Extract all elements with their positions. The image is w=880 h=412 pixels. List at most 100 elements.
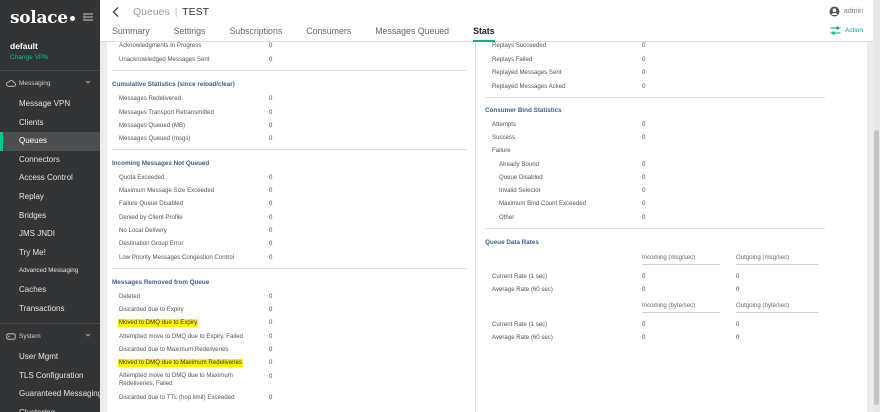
solace-logo[interactable]: solace <box>10 8 68 28</box>
chevron-down-icon <box>85 80 91 84</box>
system-group-header[interactable]: System <box>0 324 100 348</box>
stat-label: Deleted <box>119 293 141 300</box>
sidebar-item-clients[interactable]: Clients <box>0 114 100 133</box>
column-header: Incoming (byte/sec) <box>642 302 696 309</box>
vpn-name: default <box>10 41 38 51</box>
messaging-group-header[interactable]: Messaging <box>0 71 100 95</box>
stat-label: Invalid Selector <box>499 187 541 194</box>
stat-value: 0 <box>642 83 646 90</box>
tab-settings[interactable]: Settings <box>174 24 206 42</box>
cloud-icon <box>6 79 16 87</box>
stat-value: 0 <box>269 174 273 181</box>
sidebar-item-access-control[interactable]: Access Control <box>0 169 100 188</box>
stat-label: Replays Succeeded <box>492 42 547 49</box>
sliders-icon <box>830 26 841 35</box>
stat-label: Attempts <box>492 121 517 128</box>
column-divider <box>475 42 476 412</box>
column-header: Outgoing (msg/sec) <box>736 254 790 261</box>
stat-value: 0 <box>269 359 273 366</box>
sidebar-item-bridges[interactable]: Bridges <box>0 207 100 226</box>
user-menu[interactable]: admin <box>829 6 863 17</box>
stat-label: Messages Queued (MB) <box>119 122 186 129</box>
sidebar-item-caches[interactable]: Caches <box>0 281 100 300</box>
stat-value: 0 <box>642 200 646 207</box>
tab-consumers[interactable]: Consumers <box>306 24 351 42</box>
stat-label: Messages Queued (msgs) <box>119 135 191 142</box>
stat-value: 0 <box>269 333 273 340</box>
content-area: Acknowledgments In Progress 0 Unacknowle… <box>100 42 873 412</box>
tab-stats[interactable]: Stats <box>473 24 495 42</box>
tab-messages-queued[interactable]: Messages Queued <box>375 24 449 42</box>
stat-label: Discarded due to Expiry <box>119 306 184 313</box>
page-title: Queues | TEST <box>133 6 209 18</box>
stat-value: 0 <box>269 214 273 221</box>
column-header: Incoming (msg/sec) <box>642 254 696 261</box>
page-header: Queues | TEST admin Summary Settings Sub… <box>100 0 873 42</box>
sidebar-item-message-vpn[interactable]: Message VPN <box>0 95 100 114</box>
sidebar-item-clustering[interactable]: Clustering <box>0 404 100 412</box>
section-title-data-rates: Queue Data Rates <box>485 239 539 246</box>
stat-value: 0 <box>269 346 273 353</box>
stat-value: 0 <box>642 187 646 194</box>
stat-value: 0 <box>269 240 273 247</box>
brand: solace <box>0 0 100 36</box>
stat-value: 0 <box>642 161 646 168</box>
change-vpn-link[interactable]: Change VPN <box>10 54 90 61</box>
stat-label: Average Rate (60 sec) <box>492 286 553 293</box>
stat-label: Discarded due to Maximum Redeliveries <box>119 346 229 353</box>
stat-value: 0 <box>269 306 273 313</box>
user-avatar-icon <box>829 6 840 17</box>
breadcrumb-queues[interactable]: Queues <box>133 6 170 18</box>
stat-label: Maximum Message Size Exceeded <box>119 187 215 194</box>
stat-label: Attempted move to DMQ due to Maximum Red… <box>119 372 233 387</box>
stat-value: 0 <box>642 321 646 328</box>
stat-label: Replayed Messages Acked <box>492 83 566 90</box>
sidebar-item-replay[interactable]: Replay <box>0 188 100 207</box>
column-underline <box>642 264 720 265</box>
sidebar-item-user-mgmt[interactable]: User Mgmt <box>0 348 100 367</box>
chevron-down-icon <box>85 333 91 337</box>
action-button[interactable]: Action <box>830 26 863 35</box>
stat-label: Messages Redelivered <box>119 95 181 102</box>
back-arrow-icon[interactable] <box>110 6 122 18</box>
sidebar-item-connectors[interactable]: Connectors <box>0 151 100 170</box>
stat-value: 0 <box>269 394 273 401</box>
stat-label-highlighted: Moved to DMQ due to Maximum Redeliveries <box>118 359 243 367</box>
vertical-scrollbar[interactable] <box>873 0 880 412</box>
sidebar-item-jms-jndi[interactable]: JMS JNDI <box>0 225 100 244</box>
stat-label: Discarded due to TTL (hop limit) Exceede… <box>119 394 235 401</box>
stat-value: 0 <box>269 373 273 380</box>
stat-value: 0 <box>269 200 273 207</box>
sidebar-item-tls-configuration[interactable]: TLS Configuration <box>0 367 100 386</box>
column-header: Outgoing (byte/sec) <box>736 302 790 309</box>
server-icon <box>6 333 16 340</box>
stat-label: Success <box>492 134 516 141</box>
tab-summary[interactable]: Summary <box>112 24 150 42</box>
tab-subscriptions[interactable]: Subscriptions <box>229 24 282 42</box>
stat-value: 0 <box>269 227 273 234</box>
stat-label: Replayed Messages Sent <box>492 69 562 76</box>
scrollbar-thumb[interactable] <box>874 130 879 405</box>
stat-label: Quota Exceeded <box>119 174 165 181</box>
stat-label: Denied by Client Profile <box>119 214 183 221</box>
stat-label: Queue Disabled <box>499 174 543 181</box>
stat-label: Current Rate (1 sec) <box>492 273 548 280</box>
sidebar-item-advanced-messaging[interactable]: Advanced Messaging <box>0 262 100 281</box>
stat-value: 0 <box>269 109 273 116</box>
section-title-cumulative: Cumulative Statistics (since reload/clea… <box>112 81 235 88</box>
section-title-incoming-not-queued: Incoming Messages Not Queued <box>112 160 210 167</box>
sidebar-item-queues[interactable]: Queues <box>0 132 100 151</box>
stat-value: 0 <box>269 254 273 261</box>
system-group-label: System <box>19 332 41 340</box>
section-title-removed: Messages Removed from Queue <box>112 279 210 286</box>
stat-label: Already Bound <box>499 161 539 168</box>
collapse-menu-icon[interactable] <box>82 11 94 23</box>
sidebar-item-guaranteed-messaging[interactable]: Guaranteed Messaging <box>0 385 100 404</box>
sidebar-item-transactions[interactable]: Transactions <box>0 300 100 319</box>
action-label: Action <box>844 27 863 34</box>
breadcrumb-separator: | <box>174 6 178 18</box>
section-divider <box>485 228 825 229</box>
sidebar-item-try-me[interactable]: Try Me! <box>0 244 100 263</box>
stat-label: Unacknowledged Messages Sent <box>119 56 210 63</box>
stat-label: Average Rate (60 sec) <box>492 334 553 341</box>
